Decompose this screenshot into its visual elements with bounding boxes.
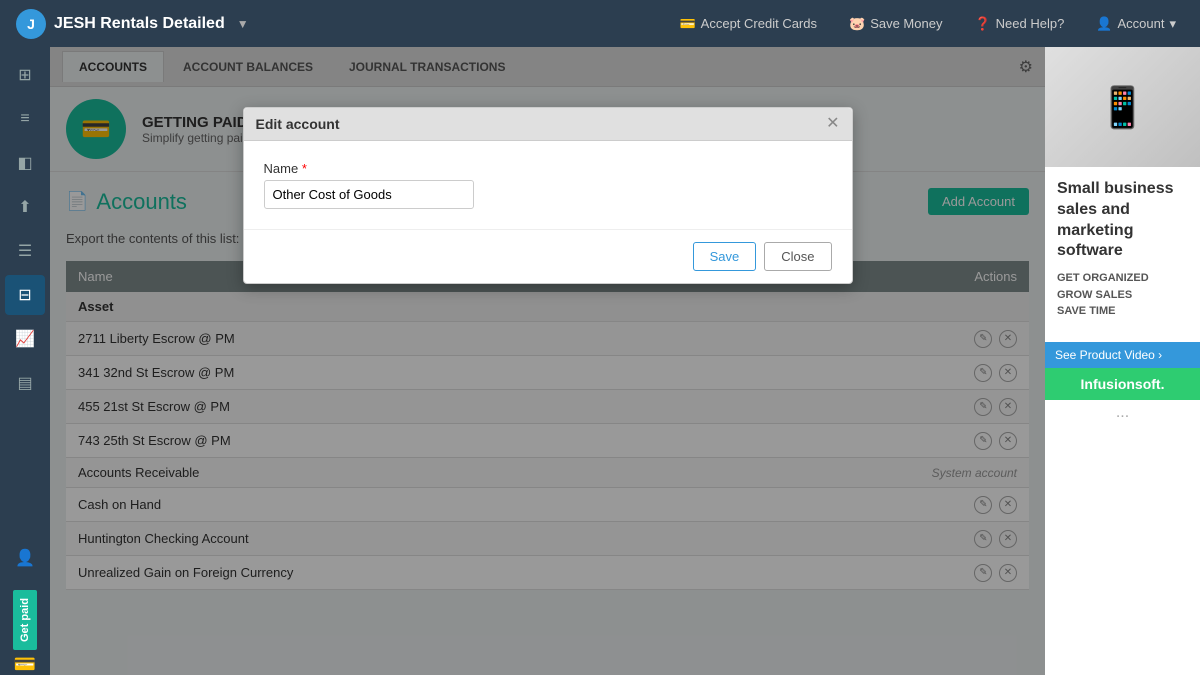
ad-cta: GET ORGANIZED GROW SALES SAVE TIME: [1057, 270, 1188, 320]
sidebar-item-user[interactable]: 👤: [5, 538, 45, 578]
ad-cta-line2: GROW SALES: [1057, 287, 1188, 304]
sidebar-item-list[interactable]: ≡: [5, 99, 45, 139]
grid-icon: ▤: [17, 373, 32, 393]
dashboard-icon: ⊞: [18, 65, 31, 85]
required-marker: *: [302, 161, 307, 176]
modal-overlay: Edit account ✕ Name * Save Close: [50, 47, 1045, 675]
sidebar-item-accounts[interactable]: ⊟: [5, 275, 45, 315]
close-button[interactable]: Close: [764, 242, 831, 271]
accept-credit-cards-link[interactable]: 💳 Accept Credit Cards: [671, 12, 825, 36]
ad-heading: Small business sales and marketing softw…: [1057, 179, 1188, 262]
sidebar-item-chart[interactable]: 📈: [5, 319, 45, 359]
sidebar-item-upload[interactable]: ⬆: [5, 187, 45, 227]
modal-title: Edit account: [256, 116, 340, 132]
sidebar-item-dashboard[interactable]: ⊞: [5, 55, 45, 95]
sidebar: ⊞ ≡ ◧ ⬆ ☰ ⊟ 📈 ▤ 👤 Get paid 💳: [0, 47, 50, 675]
help-icon: ❓: [974, 16, 990, 32]
upload-icon: ⬆: [18, 197, 31, 217]
get-paid-button[interactable]: Get paid: [13, 590, 37, 650]
edit-account-modal: Edit account ✕ Name * Save Close: [243, 107, 853, 284]
logo-icon: J: [16, 9, 46, 39]
ad-image: 📱: [1045, 47, 1200, 167]
account-link[interactable]: 👤 Account ▾: [1088, 12, 1184, 36]
credit-card-icon: 💳: [679, 16, 695, 32]
top-nav: J JESH Rentals Detailed ▼ 💳 Accept Credi…: [0, 0, 1200, 47]
modal-body: Name *: [244, 141, 852, 229]
name-input[interactable]: [264, 180, 474, 209]
ledger-icon: ◧: [17, 153, 32, 173]
ad-cta-line1: GET ORGANIZED: [1057, 270, 1188, 287]
app-title: JESH Rentals Detailed: [54, 15, 225, 33]
sidebar-item-ledger[interactable]: ◧: [5, 143, 45, 183]
accounts-icon: ⊟: [18, 285, 31, 305]
more-dots: ...: [1045, 400, 1200, 426]
chart-icon: 📈: [15, 329, 35, 349]
sidebar-item-report[interactable]: ☰: [5, 231, 45, 271]
app-layout: ⊞ ≡ ◧ ⬆ ☰ ⊟ 📈 ▤ 👤 Get paid 💳: [0, 47, 1200, 675]
list-icon: ≡: [20, 110, 29, 128]
piggy-bank-icon: 🐷: [849, 16, 865, 32]
name-field-label: Name *: [264, 161, 832, 176]
tablet-icon: 📱: [1098, 84, 1148, 131]
credit-card-sidebar-icon: 💳: [14, 654, 36, 675]
get-paid-section: Get paid 💳: [13, 590, 37, 675]
save-button[interactable]: Save: [693, 242, 757, 271]
user-profile-icon: 👤: [15, 548, 35, 568]
sidebar-item-grid[interactable]: ▤: [5, 363, 45, 403]
report-icon: ☰: [18, 241, 32, 261]
modal-close-x-button[interactable]: ✕: [826, 116, 839, 132]
ad-cta-line3: SAVE TIME: [1057, 303, 1188, 320]
ad-image-bg: 📱: [1045, 47, 1200, 167]
modal-header: Edit account ✕: [244, 108, 852, 141]
user-icon: 👤: [1096, 16, 1112, 32]
right-sidebar: 📱 Small business sales and marketing sof…: [1045, 47, 1200, 675]
modal-footer: Save Close: [244, 229, 852, 283]
app-logo[interactable]: J JESH Rentals Detailed ▼: [16, 9, 249, 39]
main-content: ACCOUNTS ACCOUNT BALANCES JOURNAL TRANSA…: [50, 47, 1045, 675]
infusionsoft-brand: Infusionsoft.: [1045, 368, 1200, 400]
app-dropdown-arrow[interactable]: ▼: [237, 17, 249, 31]
ad-content: Small business sales and marketing softw…: [1045, 167, 1200, 332]
account-dropdown-arrow: ▾: [1169, 16, 1176, 32]
save-money-link[interactable]: 🐷 Save Money: [841, 12, 950, 36]
see-product-video-button[interactable]: See Product Video ›: [1045, 342, 1200, 368]
need-help-link[interactable]: ❓ Need Help?: [966, 12, 1072, 36]
